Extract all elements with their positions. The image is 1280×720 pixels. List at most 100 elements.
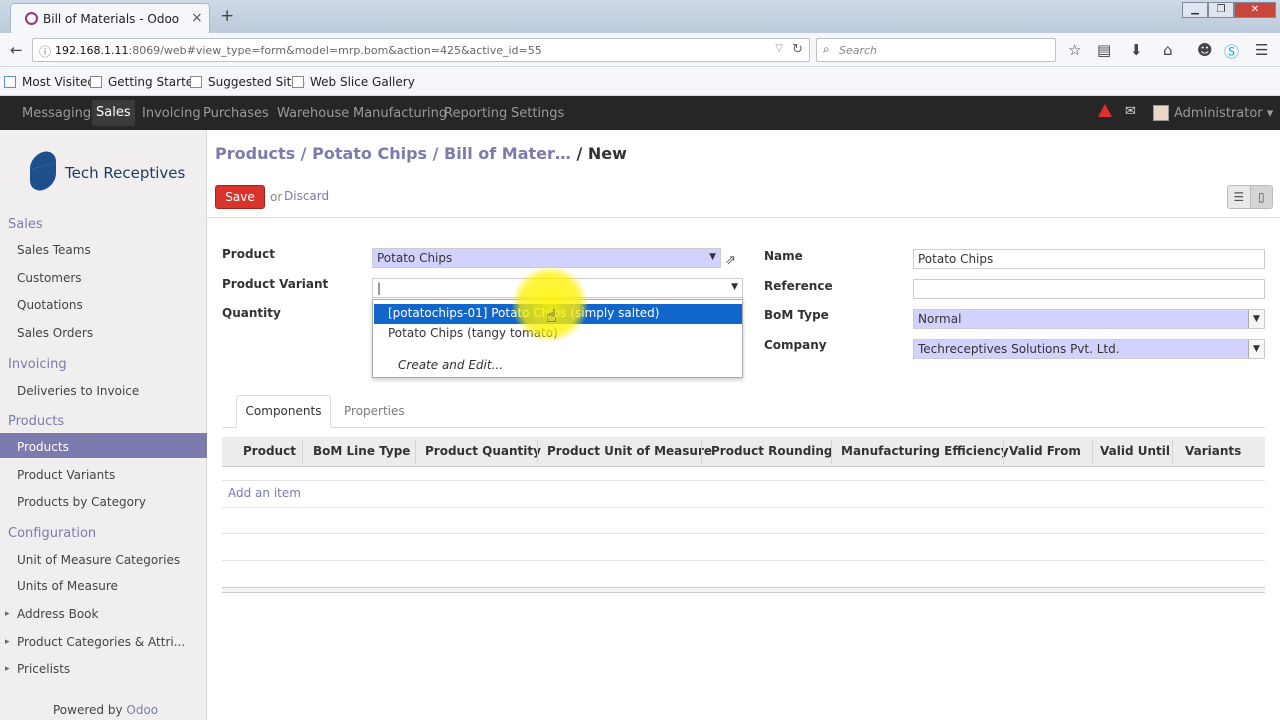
external-link-icon[interactable]: ⇗ [725, 253, 736, 268]
window-controls: ▁ ❐ ✕ [1182, 2, 1276, 18]
add-item-link[interactable]: Add an item [228, 486, 301, 500]
menu-settings[interactable]: Settings [511, 106, 564, 121]
column-product-uom[interactable]: Product Unit of Measure [547, 444, 712, 458]
sidebar-item-pricelists[interactable]: Pricelists [5, 662, 70, 676]
avatar[interactable] [1153, 105, 1169, 121]
column-manufacturing-efficiency[interactable]: Manufacturing Efficiency [841, 444, 1009, 458]
chevron-down-icon[interactable]: ▼ [709, 252, 716, 262]
product-field[interactable]: Potato Chips ▼ [372, 248, 721, 268]
column-valid-until[interactable]: Valid Until [1100, 444, 1170, 458]
odoo-link[interactable]: Odoo [126, 703, 158, 717]
sidebar-item-sales-teams[interactable]: Sales Teams [17, 243, 91, 257]
create-and-edit-option[interactable]: Create and Edit... [398, 358, 503, 372]
browser-tab[interactable]: Bill of Materials - Odoo × [10, 3, 210, 33]
chevron-down-icon[interactable]: ▼ [1248, 340, 1264, 358]
table-row-divider [222, 560, 1265, 561]
column-divider [1092, 440, 1093, 464]
sidebar-item-sales-orders[interactable]: Sales Orders [17, 326, 93, 340]
close-tab-icon[interactable]: × [191, 10, 203, 26]
breadcrumb-current: / New [570, 144, 627, 163]
messages-icon[interactable]: ✉ [1125, 104, 1136, 119]
column-divider [415, 440, 416, 464]
company-select[interactable]: Techreceptives Solutions Pvt. Ltd. ▼ [913, 339, 1265, 359]
sidebar-item-quotations[interactable]: Quotations [17, 298, 83, 312]
url-bar[interactable]: ⓘ 192.168.1.11:8069/web#view_type=form&m… [32, 38, 810, 62]
odoo-favicon-icon [25, 12, 38, 25]
bookmark-star-icon[interactable]: ☆ [1068, 41, 1081, 59]
menu-purchases[interactable]: Purchases [203, 106, 269, 121]
sidebar-item-uom-categories[interactable]: Unit of Measure Categories [17, 553, 180, 567]
browser-tab-title: Bill of Materials - Odoo [43, 12, 180, 26]
menu-warehouse[interactable]: Warehouse [277, 106, 349, 121]
chat-bubble-icon[interactable]: ☻ [1197, 41, 1213, 59]
column-bom-line-type[interactable]: BoM Line Type [313, 444, 410, 458]
name-field[interactable]: Potato Chips [913, 249, 1265, 269]
chevron-down-icon[interactable]: ▼ [1248, 310, 1264, 328]
sidebar-item-deliveries-to-invoice[interactable]: Deliveries to Invoice [17, 384, 139, 398]
sidebar-section-sales: Sales [8, 217, 43, 232]
browser-tab-strip: Bill of Materials - Odoo × + ▁ ❐ ✕ [0, 0, 1280, 33]
table-row-divider [222, 507, 1265, 508]
menu-sales[interactable]: Sales [92, 100, 135, 126]
bookmark-getting-started[interactable]: Getting Started [90, 75, 201, 89]
column-product-quantity[interactable]: Product Quantity [425, 444, 541, 458]
breadcrumb: Products / Potato Chips / Bill of Mater…… [215, 144, 627, 163]
view-switcher: ☰ ▯ [1227, 185, 1273, 209]
form-view-icon[interactable]: ▯ [1249, 186, 1272, 208]
bookmark-most-visited[interactable]: Most Visited [4, 75, 95, 89]
download-icon[interactable]: ⬇ [1130, 41, 1143, 59]
sidebar-item-products[interactable]: Products [17, 440, 69, 454]
window-close-icon[interactable]: ✕ [1234, 2, 1276, 18]
list-view-icon[interactable]: ☰ [1228, 186, 1250, 208]
reference-field[interactable] [913, 279, 1265, 299]
back-arrow-icon[interactable]: ← [10, 41, 23, 59]
column-divider [302, 440, 303, 464]
breadcrumb-path[interactable]: Products / Potato Chips / Bill of Mater… [215, 144, 571, 163]
skype-icon[interactable]: Ⓢ [1224, 41, 1239, 62]
powered-by: Powered by Odoo [53, 703, 159, 717]
menu-messaging[interactable]: Messaging [22, 106, 91, 121]
sidebar-section-invoicing: Invoicing [8, 357, 67, 372]
discard-button[interactable]: Discard [284, 189, 329, 203]
column-valid-from[interactable]: Valid From [1009, 444, 1081, 458]
sidebar-item-customers[interactable]: Customers [17, 271, 82, 285]
column-product[interactable]: Product [243, 444, 296, 458]
user-menu[interactable]: Administrator ▾ [1174, 106, 1273, 121]
minimize-icon[interactable]: ▁ [1182, 2, 1208, 18]
new-tab-button[interactable]: + [220, 6, 234, 26]
menu-reporting[interactable]: Reporting [444, 106, 507, 121]
sidebar-item-units-of-measure[interactable]: Units of Measure [17, 579, 118, 593]
sidebar-item-product-categories[interactable]: Product Categories & Attri... [5, 635, 185, 649]
browser-navbar: ← ⓘ 192.168.1.11:8069/web#view_type=form… [0, 33, 1280, 67]
quantity-label: Quantity [222, 306, 281, 320]
chevron-down-icon[interactable]: ▼ [731, 282, 738, 292]
table-row-divider [222, 533, 1265, 534]
home-icon[interactable]: ⌂ [1163, 41, 1173, 59]
url-text: 192.168.1.11:8069/web#view_type=form&mod… [55, 44, 542, 57]
warning-icon[interactable] [1098, 104, 1112, 117]
sidebar-item-products-by-category[interactable]: Products by Category [17, 495, 146, 509]
table-row-divider [222, 480, 1265, 481]
column-variants[interactable]: Variants [1185, 444, 1241, 458]
sidebar-item-address-book[interactable]: Address Book [5, 607, 99, 621]
menu-manufacturing[interactable]: Manufacturing [353, 106, 447, 121]
reload-icon[interactable]: ↻ [792, 42, 803, 57]
bookmark-suggested-sites[interactable]: Suggested Sites [190, 75, 305, 89]
url-dropdown-icon[interactable]: ▽ [775, 43, 783, 54]
menu-icon[interactable]: ☰ [1255, 41, 1268, 59]
bookmark-web-slice-gallery[interactable]: Web Slice Gallery [292, 75, 415, 89]
table-footer [222, 587, 1265, 593]
reading-list-icon[interactable]: ▤ [1097, 41, 1111, 59]
menu-invoicing[interactable]: Invoicing [142, 106, 201, 121]
browser-search-input[interactable]: ⌕ Search [816, 38, 1056, 62]
column-product-rounding[interactable]: Product Rounding [711, 444, 833, 458]
save-button[interactable]: Save [215, 185, 265, 209]
bom-type-select[interactable]: Normal ▼ [913, 309, 1265, 329]
product-label: Product [222, 247, 275, 261]
maximize-icon[interactable]: ❐ [1208, 2, 1234, 18]
tab-components[interactable]: Components [236, 395, 331, 428]
column-divider [537, 440, 538, 464]
column-divider [701, 440, 702, 464]
tab-properties[interactable]: Properties [344, 404, 405, 418]
sidebar-item-product-variants[interactable]: Product Variants [17, 468, 115, 482]
